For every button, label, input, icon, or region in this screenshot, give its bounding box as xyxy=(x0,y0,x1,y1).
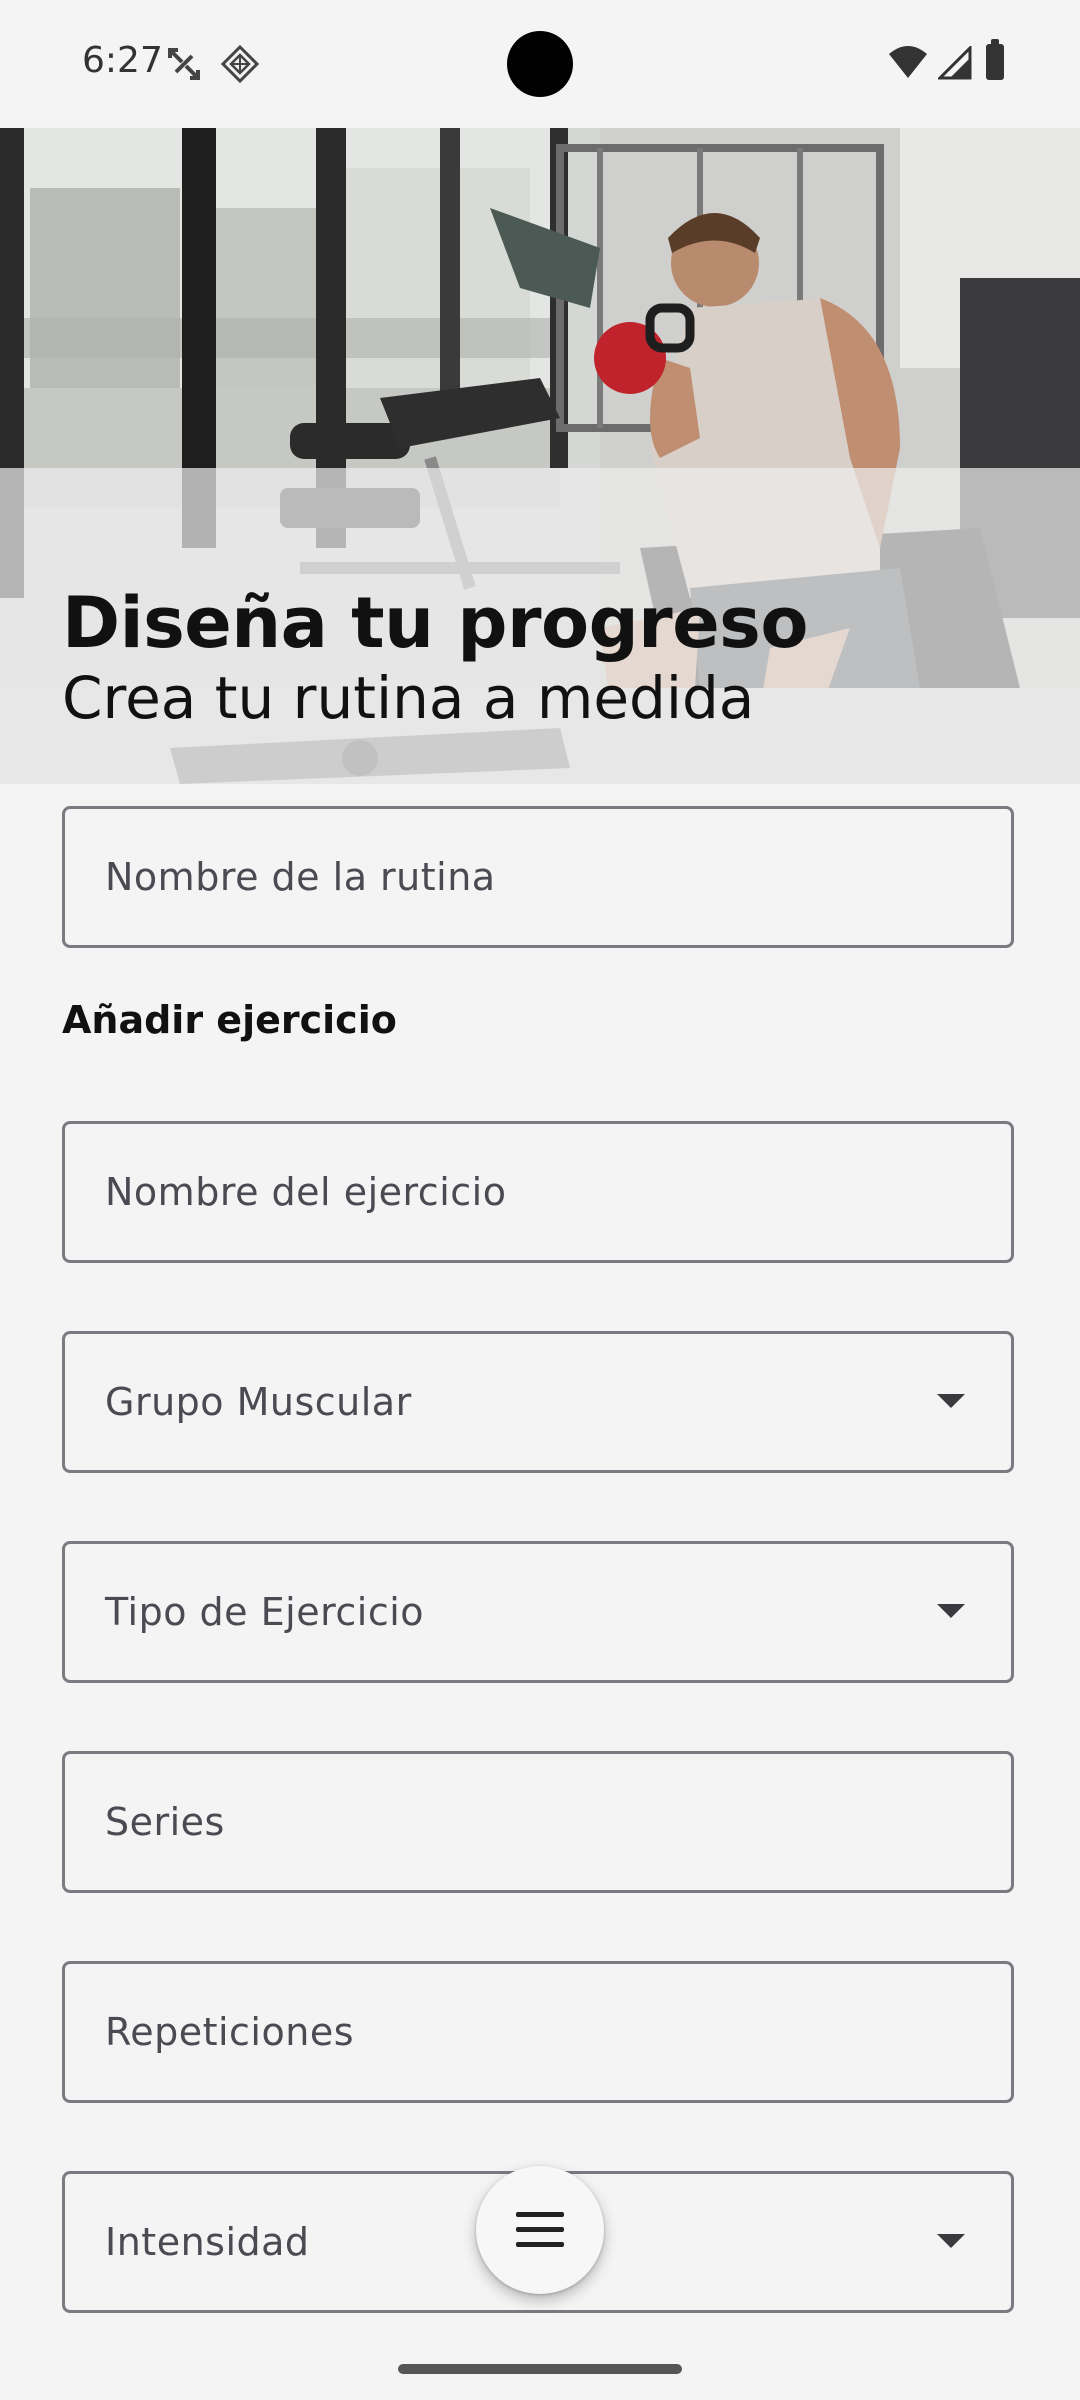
exercise-name-label: Nombre del ejercicio xyxy=(105,1170,507,1214)
exercise-type-label: Tipo de Ejercicio xyxy=(105,1590,425,1634)
muscle-group-label: Grupo Muscular xyxy=(105,1380,412,1424)
hero-subtitle: Crea tu rutina a medida xyxy=(62,664,755,732)
gesture-navigation-bar[interactable] xyxy=(398,2364,682,2374)
status-time: 6:27 xyxy=(82,40,163,81)
muscle-group-dropdown[interactable]: Grupo Muscular xyxy=(62,1331,1014,1473)
app-notification-icon xyxy=(220,44,260,84)
sets-label: Series xyxy=(105,1800,225,1844)
signal-icon xyxy=(938,46,972,80)
hero-title: Diseña tu progreso xyxy=(62,582,808,664)
sets-field[interactable]: Series xyxy=(62,1751,1014,1893)
routine-name-field[interactable]: Nombre de la rutina xyxy=(62,806,1014,948)
menu-fab-button[interactable] xyxy=(476,2166,604,2294)
intensity-label: Intensidad xyxy=(105,2220,310,2264)
camera-cutout xyxy=(507,31,573,97)
status-bar: 6:27 xyxy=(0,0,1080,128)
chevron-down-icon xyxy=(937,2234,965,2248)
exercise-name-field[interactable]: Nombre del ejercicio xyxy=(62,1121,1014,1263)
reps-label: Repeticiones xyxy=(105,2010,354,2054)
wifi-icon xyxy=(889,46,927,78)
chevron-down-icon xyxy=(937,1604,965,1618)
app-screen: 6:27 Diseña tu progreso Crea tu rutina a… xyxy=(0,0,1080,2400)
chevron-down-icon xyxy=(937,1394,965,1408)
exercise-type-dropdown[interactable]: Tipo de Ejercicio xyxy=(62,1541,1014,1683)
data-transfer-icon xyxy=(168,48,200,80)
hero-banner: Diseña tu progreso Crea tu rutina a medi… xyxy=(0,128,1080,784)
routine-name-label: Nombre de la rutina xyxy=(105,855,496,899)
battery-icon xyxy=(986,39,1004,80)
add-exercise-heading: Añadir ejercicio xyxy=(62,998,397,1042)
menu-icon xyxy=(516,2212,564,2248)
reps-field[interactable]: Repeticiones xyxy=(62,1961,1014,2103)
